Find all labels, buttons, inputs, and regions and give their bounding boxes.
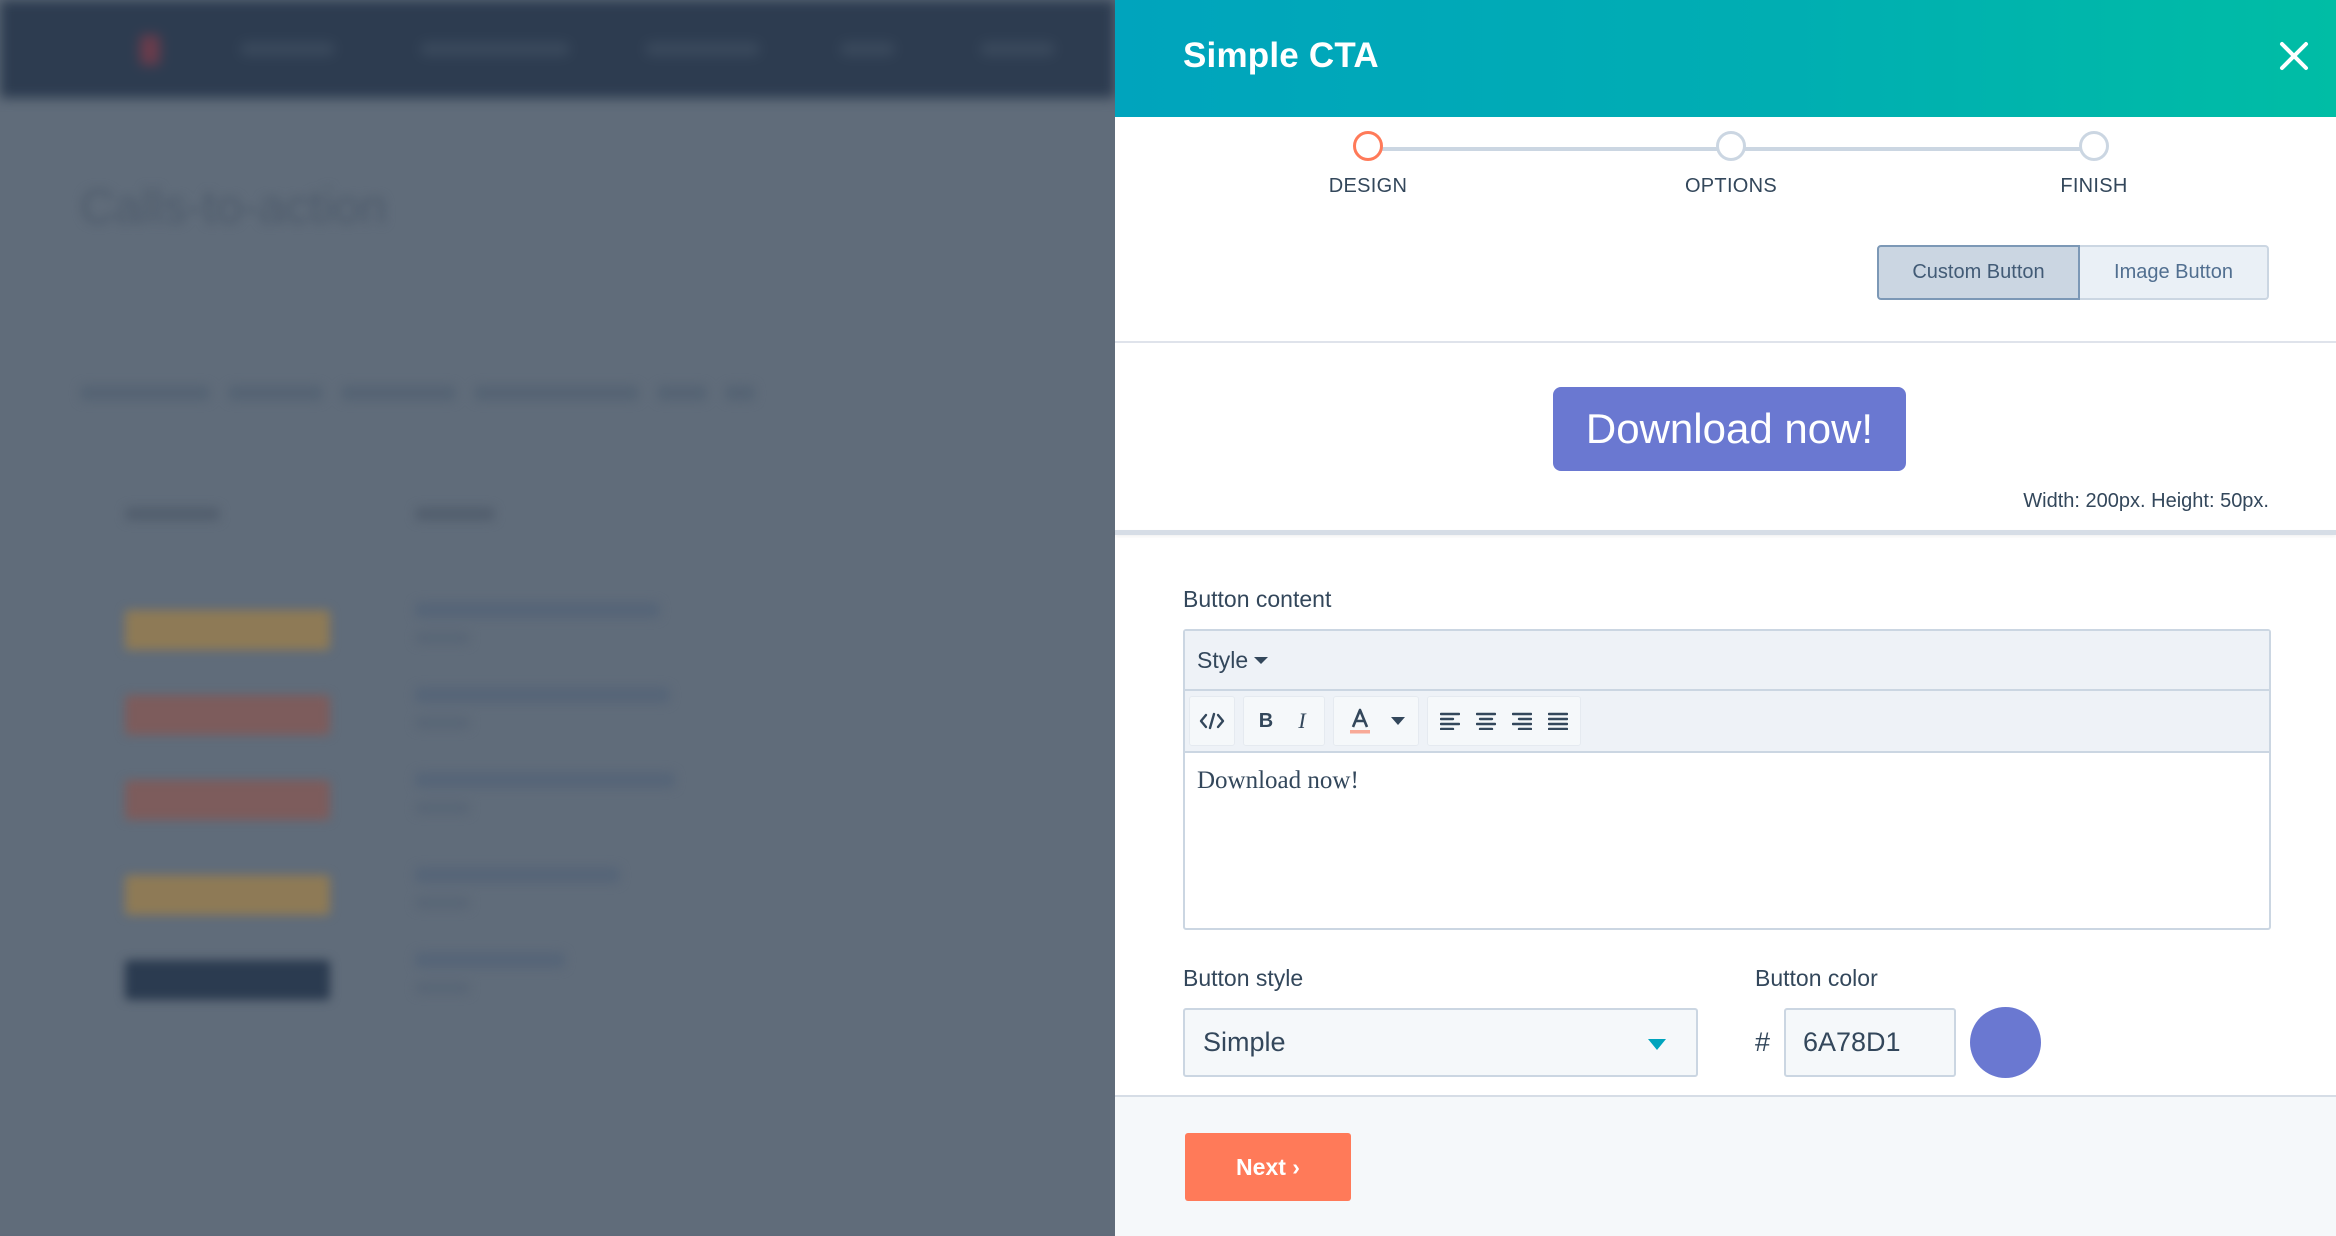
italic-icon: I <box>1298 708 1306 733</box>
source-code-icon <box>1199 712 1225 730</box>
color-swatch[interactable] <box>1970 1007 2041 1078</box>
button-content-editor[interactable]: Download now! <box>1185 753 2269 809</box>
step-design[interactable]: DESIGN <box>1268 131 1468 198</box>
cta-preview-button[interactable]: Download now! <box>1553 387 1906 471</box>
step-finish[interactable]: FINISH <box>1994 131 2194 198</box>
background-nav-item <box>645 42 760 56</box>
text-color-dropdown[interactable] <box>1382 701 1414 741</box>
align-center-icon <box>1476 712 1496 730</box>
button-color-hex-input[interactable] <box>1784 1008 1956 1077</box>
background-table-row <box>80 590 1115 670</box>
background-top-nav <box>0 0 1115 98</box>
editor-style-bar: Style <box>1185 631 2269 691</box>
divider <box>1115 341 2336 343</box>
button-style-select[interactable]: Simple <box>1183 1008 1698 1077</box>
text-color-icon <box>1350 708 1370 734</box>
step-label: FINISH <box>2060 175 2128 197</box>
toolbar-group <box>1333 696 1419 746</box>
next-button[interactable]: Next › <box>1185 1133 1351 1201</box>
source-code-button[interactable] <box>1194 701 1230 741</box>
caret-down-icon <box>1254 656 1269 664</box>
toolbar-group: B I <box>1243 696 1325 746</box>
panel-title: Simple CTA <box>1183 36 1379 75</box>
button-style-value: Simple <box>1203 1027 1286 1057</box>
toolbar-group <box>1189 696 1235 746</box>
step-options[interactable]: OPTIONS <box>1631 131 1831 198</box>
preview-dimensions: Width: 200px. Height: 50px. <box>2023 490 2269 512</box>
background-nav-item <box>420 42 570 56</box>
button-content-label: Button content <box>1183 586 1332 612</box>
step-indicator-icon <box>1353 131 1383 161</box>
editor-toolbar: B I <box>1185 691 2269 753</box>
align-justify-icon <box>1548 712 1568 730</box>
align-right-button[interactable] <box>1504 701 1540 741</box>
italic-button[interactable]: I <box>1284 701 1320 741</box>
close-icon <box>2280 42 2308 70</box>
hash-prefix: # <box>1755 1027 1771 1057</box>
panel-footer: Next › <box>1115 1095 2336 1236</box>
align-center-button[interactable] <box>1468 701 1504 741</box>
text-color-button[interactable] <box>1338 701 1382 741</box>
panel-header: Simple CTA <box>1115 0 2336 117</box>
caret-down-icon <box>1648 1039 1666 1050</box>
divider <box>1115 530 2336 535</box>
cta-editor-panel: Simple CTA DESIGN OPTIONS FINISH Custom … <box>1115 0 2336 1236</box>
background-page-title: Calls-to-action <box>80 181 387 234</box>
bold-button[interactable]: B <box>1248 701 1284 741</box>
close-button[interactable] <box>2274 36 2314 76</box>
step-label: DESIGN <box>1328 175 1408 197</box>
align-left-button[interactable] <box>1432 701 1468 741</box>
background-nav-item <box>980 42 1055 56</box>
caret-down-icon <box>1391 717 1405 725</box>
image-button-tab[interactable]: Image Button <box>2080 245 2269 300</box>
wizard-stepper: DESIGN OPTIONS FINISH <box>1115 117 2336 217</box>
button-style-label: Button style <box>1183 965 1304 991</box>
background-page: Calls-to-action <box>0 0 1115 1234</box>
align-justify-button[interactable] <box>1540 701 1576 741</box>
button-type-toggle: Custom Button Image Button <box>1877 245 2269 300</box>
background-table-header <box>80 475 1115 555</box>
background-table-row <box>80 675 1115 755</box>
bold-icon: B <box>1258 709 1274 732</box>
style-dropdown[interactable]: Style <box>1197 646 1269 674</box>
custom-button-tab[interactable]: Custom Button <box>1877 245 2080 300</box>
background-table-row <box>80 760 1115 840</box>
step-label: OPTIONS <box>1684 175 1778 197</box>
background-table-row <box>80 855 1115 935</box>
style-dropdown-label: Style <box>1197 646 1249 673</box>
step-indicator-icon <box>2079 131 2109 161</box>
background-logo <box>140 35 160 65</box>
align-right-icon <box>1512 712 1532 730</box>
align-left-icon <box>1440 712 1460 730</box>
background-table-row <box>80 940 1115 1020</box>
background-nav-item <box>840 42 895 56</box>
background-filters <box>80 385 930 405</box>
toolbar-group <box>1427 696 1581 746</box>
rich-text-editor: Style B I Download now! <box>1183 629 2271 930</box>
step-indicator-icon <box>1716 131 1746 161</box>
button-color-label: Button color <box>1755 965 1878 991</box>
background-nav-item <box>240 42 335 56</box>
